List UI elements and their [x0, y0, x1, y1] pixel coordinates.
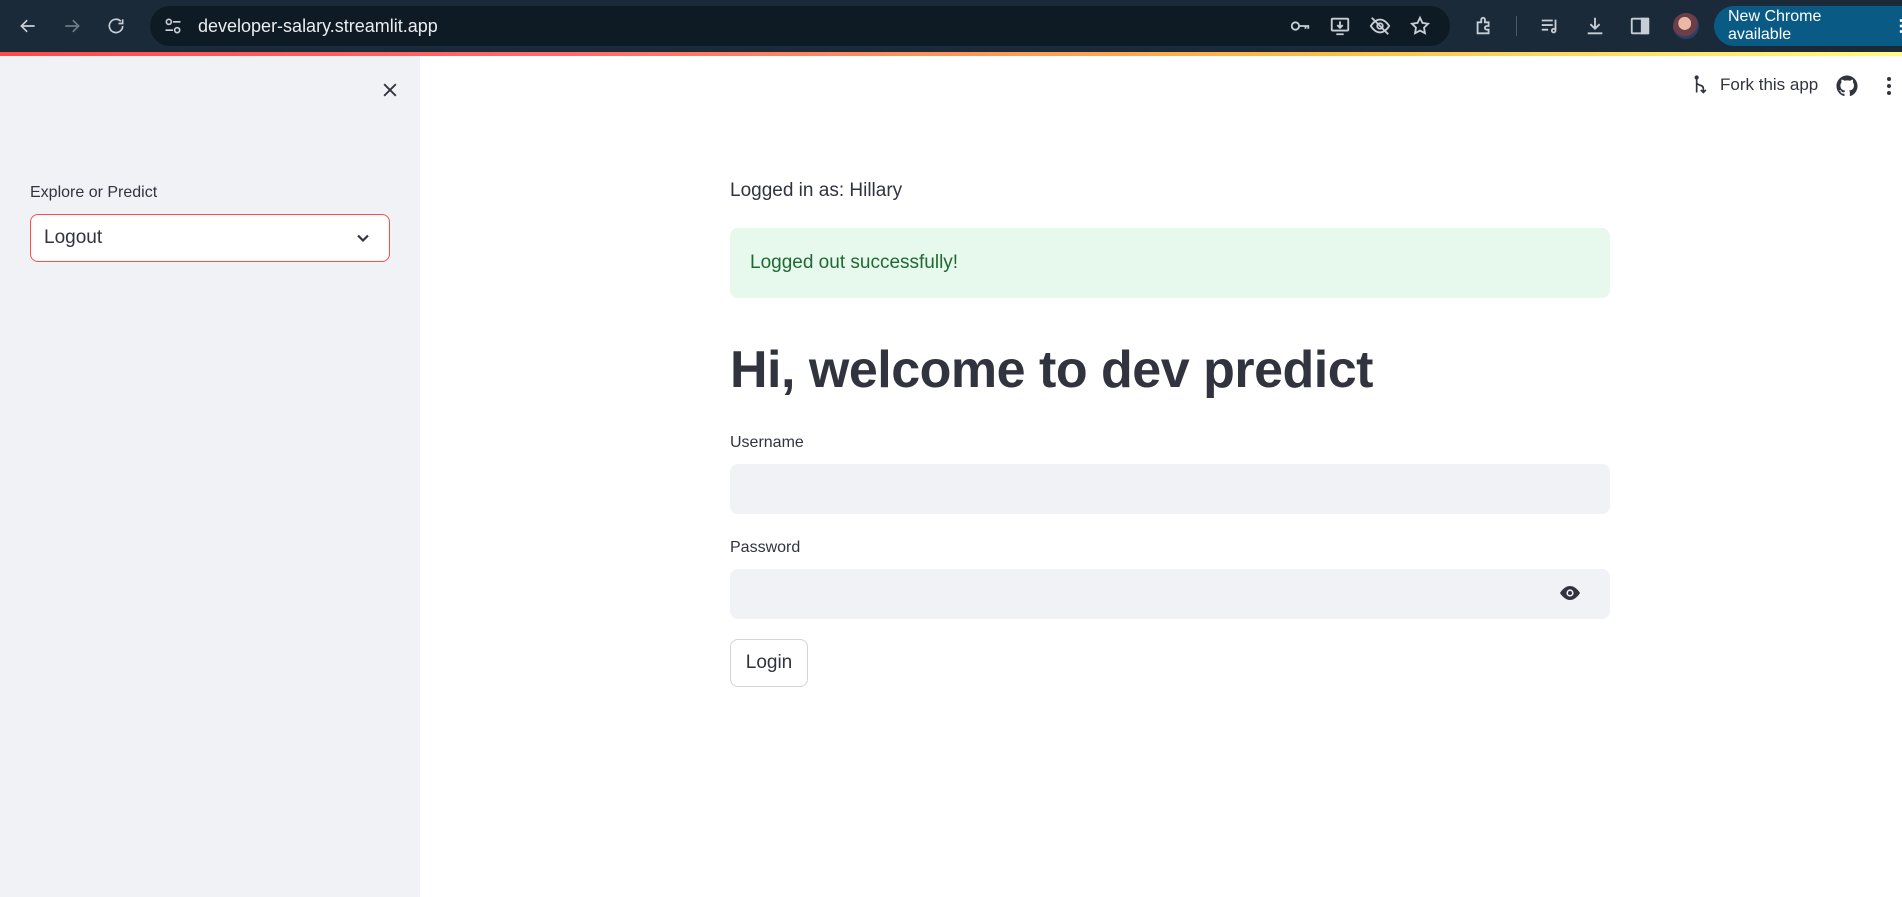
password-key-icon[interactable]: [1288, 14, 1312, 38]
extensions-icon[interactable]: [1472, 14, 1496, 38]
success-alert: Logged out successfully!: [730, 228, 1610, 298]
select-value: Logout: [44, 227, 103, 248]
close-sidebar-icon[interactable]: [376, 76, 404, 104]
bookmark-star-icon[interactable]: [1408, 14, 1432, 38]
eye-off-icon[interactable]: [1368, 14, 1392, 38]
main-menu-icon[interactable]: [1884, 74, 1894, 98]
page-title: Hi, welcome to dev predict: [730, 341, 1373, 399]
url-text[interactable]: developer-salary.streamlit.app: [198, 16, 438, 37]
show-password-icon[interactable]: [1557, 580, 1583, 606]
address-bar[interactable]: developer-salary.streamlit.app: [150, 6, 1450, 46]
username-input[interactable]: [730, 464, 1610, 514]
profile-avatar[interactable]: [1673, 13, 1699, 39]
toolbar-divider: [1516, 16, 1517, 36]
update-label: New Chrome available: [1728, 8, 1822, 43]
logged-in-text: Logged in as: Hillary: [730, 180, 903, 201]
fork-app-button[interactable]: Fork this app: [1690, 74, 1818, 96]
install-app-icon[interactable]: [1328, 14, 1352, 38]
password-input[interactable]: [730, 569, 1610, 619]
back-arrow-icon[interactable]: [14, 12, 42, 40]
password-label: Password: [730, 539, 801, 556]
sidebar: Explore or Predict Logout: [0, 56, 420, 897]
site-settings-icon[interactable]: [162, 15, 184, 37]
browser-toolbar: developer-salary.streamlit.app New Chrom…: [0, 0, 1902, 52]
github-icon[interactable]: [1836, 75, 1858, 97]
reload-icon[interactable]: [102, 12, 130, 40]
media-queue-icon[interactable]: [1538, 14, 1562, 38]
chevron-down-icon: [357, 234, 369, 243]
select-label: Explore or Predict: [30, 184, 158, 201]
side-panel-icon[interactable]: [1628, 14, 1652, 38]
login-button[interactable]: Login: [730, 639, 808, 687]
explore-predict-select[interactable]: Logout: [30, 214, 390, 262]
fork-icon: [1690, 74, 1710, 96]
forward-arrow-icon[interactable]: [58, 12, 86, 40]
new-chrome-available-button[interactable]: New Chrome available ⋮: [1714, 6, 1902, 46]
fork-label: Fork this app: [1720, 75, 1819, 94]
username-label: Username: [730, 434, 804, 451]
success-message: Logged out successfully!: [750, 252, 959, 273]
chrome-menu-icon[interactable]: ⋮: [1893, 16, 1902, 36]
download-icon[interactable]: [1583, 14, 1607, 38]
